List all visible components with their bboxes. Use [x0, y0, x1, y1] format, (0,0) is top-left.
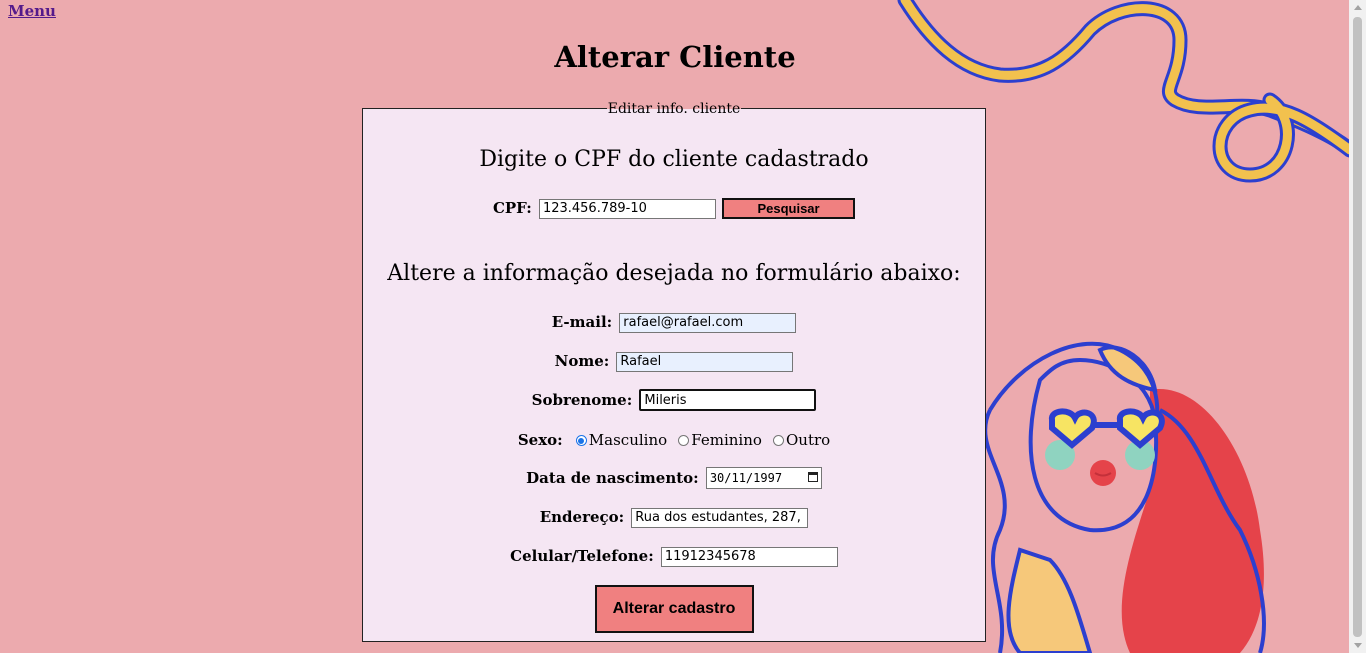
cpf-input[interactable] — [538, 198, 716, 219]
sexo-radio-feminino[interactable] — [678, 435, 690, 446]
sexo-option-label: Feminino — [691, 431, 762, 449]
scrollbar-thumb[interactable] — [1353, 17, 1362, 637]
scroll-up-icon[interactable] — [1354, 5, 1362, 10]
page-title: Alterar Cliente — [554, 40, 796, 74]
email-label: E-mail: — [551, 313, 613, 331]
sexo-radio-outro[interactable] — [772, 435, 784, 446]
endereco-row: Endereço: — [363, 507, 985, 528]
sexo-option-label: Masculino — [588, 431, 668, 449]
email-input[interactable] — [619, 312, 797, 333]
edit-heading: Altere a informação desejada no formulár… — [387, 261, 961, 286]
search-button[interactable]: Pesquisar — [722, 198, 856, 219]
telefone-row: Celular/Telefone: — [363, 546, 985, 567]
fieldset-legend: Editar info. cliente — [606, 101, 742, 117]
birthdate-input[interactable]: 30/11/1997 — [705, 467, 822, 489]
calendar-icon[interactable] — [807, 472, 818, 482]
cpf-label: CPF: — [492, 199, 532, 217]
sexo-label: Sexo: — [517, 431, 563, 449]
sobrenome-label: Sobrenome: — [531, 390, 633, 409]
telefone-label: Celular/Telefone: — [510, 547, 654, 565]
nome-row: Nome: — [363, 351, 985, 372]
sobrenome-row: Sobrenome: — [363, 389, 985, 411]
nascimento-label: Data de nascimento: — [526, 468, 699, 487]
endereco-input[interactable] — [631, 507, 809, 528]
client-edit-fieldset: Editar info. cliente Digite o CPF do cli… — [362, 101, 986, 642]
sobrenome-input[interactable] — [639, 389, 817, 411]
birthdate-value: 30/11/1997 — [709, 471, 783, 485]
menu-link[interactable]: Menu — [8, 2, 56, 20]
vertical-scrollbar[interactable] — [1349, 0, 1366, 653]
sexo-row: Sexo: Masculino Feminino Outro — [363, 430, 985, 449]
scroll-down-icon[interactable] — [1354, 643, 1362, 648]
telefone-input[interactable] — [660, 546, 838, 567]
cpf-row: CPF: Pesquisar — [363, 198, 985, 219]
sexo-option-label: Outro — [785, 431, 831, 449]
woman-illustration — [983, 341, 1266, 653]
nome-label: Nome: — [554, 352, 610, 370]
nascimento-row: Data de nascimento: 30/11/1997 — [363, 467, 985, 489]
alterar-cadastro-button[interactable]: Alterar cadastro — [594, 585, 754, 633]
email-row: E-mail: — [363, 312, 985, 333]
search-heading: Digite o CPF do cliente cadastrado — [479, 147, 869, 172]
nome-input[interactable] — [616, 351, 794, 372]
sexo-radio-masculino[interactable] — [575, 435, 587, 446]
endereco-label: Endereço: — [539, 508, 625, 526]
